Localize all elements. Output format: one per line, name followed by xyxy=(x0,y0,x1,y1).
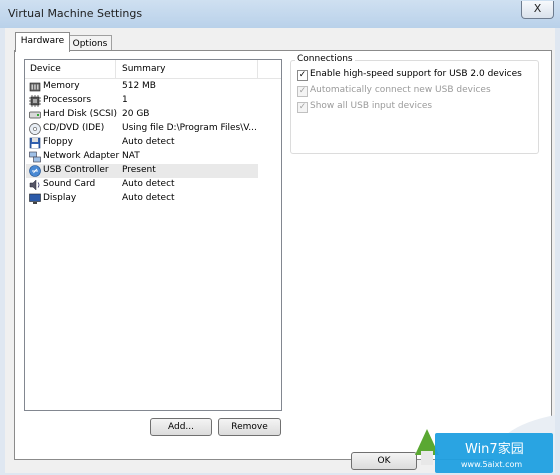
column-separator xyxy=(257,60,258,78)
column-header-device[interactable]: Device xyxy=(30,64,61,74)
watermark-url: www.5aixt.com xyxy=(461,460,522,469)
watermark-brand: Win7家园 xyxy=(465,441,524,457)
tab-hardware[interactable]: Hardware xyxy=(15,32,70,52)
device-name: Memory xyxy=(43,81,80,91)
device-name: Floppy xyxy=(43,137,73,147)
device-name: Display xyxy=(43,193,77,203)
device-row-network-adapter[interactable]: Network Adapter NAT xyxy=(26,150,258,164)
processor-icon xyxy=(29,95,41,107)
device-summary: Auto detect xyxy=(122,179,175,189)
title-bar: Virtual Machine Settings X xyxy=(0,0,560,28)
show-input-devices-checkbox[interactable]: ✓ xyxy=(297,102,308,113)
device-name: Hard Disk (SCSI) xyxy=(43,109,117,119)
device-summary: 1 xyxy=(122,95,128,105)
close-icon: X xyxy=(533,2,542,15)
auto-connect-checkbox[interactable]: ✓ xyxy=(297,86,308,97)
memory-icon xyxy=(29,82,41,92)
device-name: CD/DVD (IDE) xyxy=(43,123,105,133)
network-adapter-icon xyxy=(29,151,41,163)
device-name: Network Adapter xyxy=(43,151,120,161)
window-title: Virtual Machine Settings xyxy=(8,7,143,20)
device-name: Sound Card xyxy=(43,179,96,189)
device-row-display[interactable]: Display Auto detect xyxy=(26,192,258,206)
usb2-label: Enable high-speed support for USB 2.0 de… xyxy=(310,69,522,79)
device-summary: Auto detect xyxy=(122,137,175,147)
close-button[interactable]: X xyxy=(521,1,554,19)
watermark-logo: Win7家园 www.5aixt.com xyxy=(415,415,555,473)
device-row-sound-card[interactable]: Sound Card Auto detect xyxy=(26,178,258,192)
device-summary: 20 GB xyxy=(122,109,150,119)
column-header-summary[interactable]: Summary xyxy=(122,64,166,74)
tab-hardware-label: Hardware xyxy=(20,36,65,46)
device-row-memory[interactable]: Memory 512 MB xyxy=(26,80,258,94)
device-summary: Using file D:\Program Files\V... xyxy=(122,123,256,133)
device-row-hard-disk[interactable]: Hard Disk (SCSI) 20 GB xyxy=(26,108,258,122)
usb-icon xyxy=(29,165,41,177)
device-name: USB Controller xyxy=(43,165,109,175)
show-input-devices-label: Show all USB input devices xyxy=(310,101,433,111)
device-summary: NAT xyxy=(122,151,140,161)
column-separator xyxy=(115,60,116,78)
hardware-panel: Device Summary Memory 512 MB Processors … xyxy=(14,50,552,460)
device-list[interactable]: Device Summary Memory 512 MB Processors … xyxy=(24,59,282,411)
vm-settings-window: Virtual Machine Settings X Options Hardw… xyxy=(0,0,560,475)
device-summary: Present xyxy=(122,165,156,175)
connections-group: Connections ✓ Enable high-speed support … xyxy=(290,54,539,154)
dialog-body: Options Hardware Device Summary Memory 5… xyxy=(5,28,555,473)
connections-title: Connections xyxy=(295,54,355,64)
hard-disk-icon xyxy=(29,111,41,119)
device-name: Processors xyxy=(43,95,92,105)
device-summary: 512 MB xyxy=(122,81,156,91)
tab-options-label: Options xyxy=(72,39,108,49)
cd-dvd-icon xyxy=(29,123,41,135)
display-icon xyxy=(29,193,41,204)
list-header: Device Summary xyxy=(25,60,281,79)
sound-card-icon xyxy=(29,179,40,191)
remove-button[interactable]: Remove xyxy=(218,418,281,436)
device-row-floppy[interactable]: Floppy Auto detect xyxy=(26,136,258,150)
floppy-icon xyxy=(29,137,41,149)
usb2-checkbox[interactable]: ✓ xyxy=(297,70,308,81)
add-button[interactable]: Add... xyxy=(150,418,212,436)
device-row-usb-controller[interactable]: USB Controller Present xyxy=(26,164,258,178)
device-row-processors[interactable]: Processors 1 xyxy=(26,94,258,108)
device-row-cd-dvd[interactable]: CD/DVD (IDE) Using file D:\Program Files… xyxy=(26,122,258,136)
device-summary: Auto detect xyxy=(122,193,175,203)
auto-connect-label: Automatically connect new USB devices xyxy=(310,85,491,95)
